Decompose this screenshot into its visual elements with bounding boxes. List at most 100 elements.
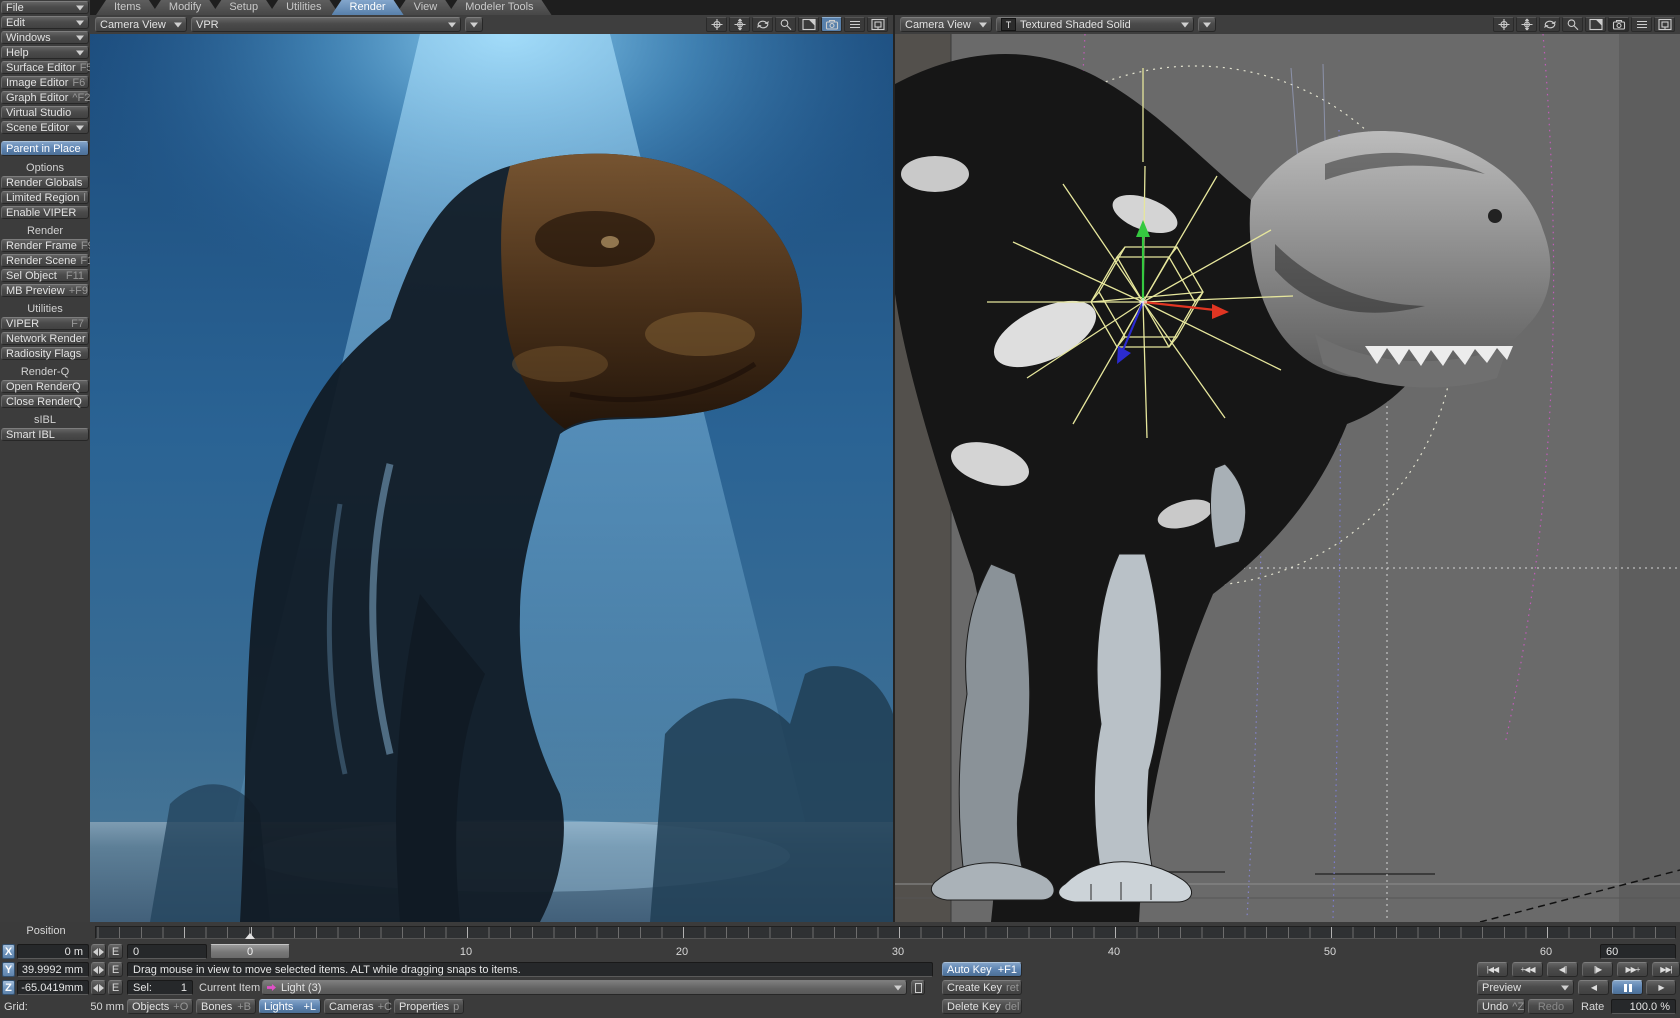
menu-windows[interactable]: Windows (1, 31, 89, 44)
close-renderq-button[interactable]: Close RenderQ (1, 395, 89, 408)
preview-dropdown[interactable]: Preview (1477, 980, 1574, 995)
z-envelope-button[interactable]: E (108, 980, 123, 995)
properties-button[interactable]: Propertiesp (394, 999, 464, 1014)
left-view-selector[interactable]: Camera View (95, 17, 187, 32)
render-scene-button[interactable]: Render SceneF10 (1, 254, 89, 267)
tab-modify[interactable]: Modify (151, 0, 219, 15)
menu-edit[interactable]: Edit (1, 16, 89, 29)
y-envelope-button[interactable]: E (108, 962, 123, 977)
tab-utilities[interactable]: Utilities (268, 0, 339, 15)
limited-region-button[interactable]: Limited Regionl (1, 191, 89, 204)
graph-editor-button[interactable]: Graph Editor^F2 (1, 91, 89, 104)
auto-key-toggle[interactable]: Auto Key+F1 (942, 962, 1022, 977)
play-reverse-button[interactable]: ◀ (1578, 980, 1609, 995)
x-envelope-button[interactable]: E (108, 944, 123, 959)
bones-mode-button[interactable]: Bones+B (196, 999, 256, 1014)
timeline-label: 10 (460, 946, 472, 958)
zoom-icon[interactable] (1562, 17, 1583, 32)
y-position-field[interactable]: 39.9992 mm (17, 962, 89, 977)
left-viewport-menu-button[interactable] (465, 17, 483, 32)
tab-view[interactable]: View (396, 0, 456, 15)
z-position-field[interactable]: -65.0419mm (17, 980, 89, 995)
enable-viper-button[interactable]: Enable VIPER (1, 206, 89, 219)
tab-render[interactable]: Render (332, 0, 404, 15)
next-key-button[interactable]: ▶▶+ (1617, 962, 1648, 977)
value-stepper[interactable] (91, 944, 106, 959)
objects-mode-button[interactable]: Objects+O (127, 999, 193, 1014)
menu-help[interactable]: Help (1, 46, 89, 59)
x-position-field[interactable]: 0 m (17, 944, 89, 959)
previous-frame-button[interactable]: ◀|| (1547, 962, 1578, 977)
z-axis-toggle[interactable]: Z (2, 980, 15, 995)
viper-button[interactable]: VIPERF7 (1, 317, 89, 330)
x-axis-toggle[interactable]: X (2, 944, 15, 959)
go-to-first-frame-button[interactable]: |◀◀ (1477, 962, 1508, 977)
tab-modeler-tools[interactable]: Modeler Tools (447, 0, 551, 15)
previous-key-button[interactable]: +◀◀ (1512, 962, 1543, 977)
move-icon[interactable] (1516, 17, 1537, 32)
first-frame-field[interactable]: 0 (127, 944, 207, 959)
item-properties-mini-button[interactable] (911, 980, 925, 995)
chevron-down-icon (76, 21, 84, 30)
list-icon[interactable] (1631, 17, 1652, 32)
current-item-dropdown[interactable]: Light (3) (262, 980, 907, 995)
left-viewport-vpr-render[interactable] (90, 34, 893, 922)
end-frame-field[interactable]: 60 (1600, 944, 1676, 959)
virtual-studio-button[interactable]: Virtual Studio (1, 106, 89, 119)
scene-editor-button[interactable]: Scene Editor (1, 121, 89, 134)
step-left-icon (89, 984, 98, 992)
sel-object-button[interactable]: Sel ObjectF11 (1, 269, 89, 282)
play-forward-button[interactable]: ▶ (1646, 980, 1676, 995)
open-renderq-button[interactable]: Open RenderQ (1, 380, 89, 393)
pan-icon[interactable] (1493, 17, 1514, 32)
image-editor-button[interactable]: Image EditorF6 (1, 76, 89, 89)
list-icon[interactable] (844, 17, 865, 32)
delete-key-button[interactable]: Delete Keydel (942, 999, 1022, 1014)
go-to-last-frame-button[interactable]: ▶▶| (1652, 962, 1680, 977)
value-stepper[interactable] (91, 962, 106, 977)
right-view-selector[interactable]: Camera View (900, 17, 992, 32)
undo-button[interactable]: Undo^Z (1477, 999, 1525, 1014)
move-icon[interactable] (729, 17, 750, 32)
next-frame-button[interactable]: ||▶ (1582, 962, 1613, 977)
rate-value-field[interactable]: 100.0 % (1611, 999, 1676, 1014)
timeline-ruler[interactable] (95, 926, 1676, 939)
smart-ibl-button[interactable]: Smart IBL (1, 428, 89, 441)
frame-slider-handle[interactable]: 0 (210, 944, 290, 959)
pause-icon (1624, 984, 1632, 992)
tab-setup[interactable]: Setup (211, 0, 276, 15)
render-frame-button[interactable]: Render FrameF9 (1, 239, 89, 252)
frame-icon[interactable] (1654, 17, 1675, 32)
y-axis-toggle[interactable]: Y (2, 962, 15, 977)
camera-icon[interactable] (821, 17, 842, 32)
pause-button[interactable] (1612, 980, 1643, 995)
create-key-button[interactable]: Create Keyret (942, 980, 1022, 995)
chevron-down-icon (448, 23, 456, 32)
rotate-icon[interactable] (1539, 17, 1560, 32)
right-viewport-shaded-view[interactable] (895, 34, 1680, 922)
pan-icon[interactable] (706, 17, 727, 32)
redo-button[interactable]: Redo (1528, 999, 1574, 1014)
frame-icon[interactable] (867, 17, 888, 32)
rotate-icon[interactable] (752, 17, 773, 32)
mb-preview-button[interactable]: MB Preview+F9 (1, 284, 89, 297)
value-stepper[interactable] (91, 980, 106, 995)
camera-icon[interactable] (1608, 17, 1629, 32)
render-globals-button[interactable]: Render Globals (1, 176, 89, 189)
zoom-icon[interactable] (775, 17, 796, 32)
expand-icon[interactable] (798, 17, 819, 32)
right-viewport-menu-button[interactable] (1198, 17, 1216, 32)
cameras-mode-button[interactable]: Cameras+C (324, 999, 390, 1014)
expand-icon[interactable] (1585, 17, 1606, 32)
menu-file[interactable]: File (1, 1, 89, 14)
selection-count-field: Sel:1 (127, 980, 193, 995)
parent-in-place-toggle[interactable]: Parent in Place (1, 141, 89, 156)
surface-editor-button[interactable]: Surface EditorF5 (1, 61, 89, 74)
section-title-sibl: sIBL (1, 414, 89, 426)
left-render-mode-selector[interactable]: VPR (191, 17, 461, 32)
lights-mode-button[interactable]: Lights+L (259, 999, 321, 1014)
tab-items[interactable]: Items (96, 0, 159, 15)
network-render-button[interactable]: Network Render (1, 332, 89, 345)
right-render-mode-selector[interactable]: TTextured Shaded Solid (996, 17, 1194, 32)
radiosity-flags-button[interactable]: Radiosity Flags (1, 347, 89, 360)
